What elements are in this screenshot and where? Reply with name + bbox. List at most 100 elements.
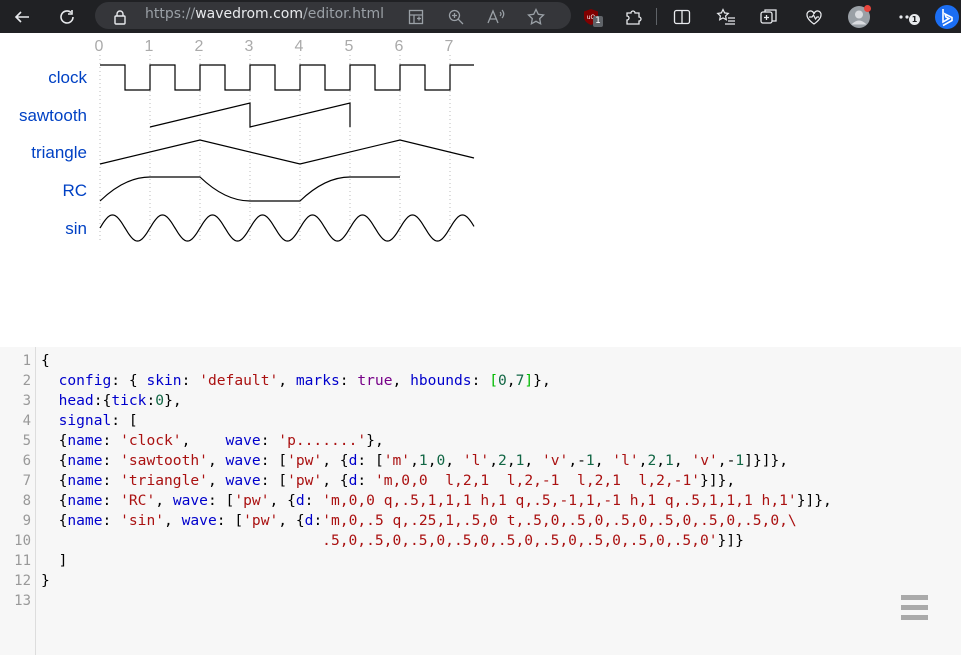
code-token: :: [304, 492, 323, 509]
code-token: : [: [357, 452, 384, 469]
code-token: :{: [93, 392, 112, 409]
tick-label: 2: [195, 38, 204, 55]
code-token: {: [41, 512, 68, 529]
code-token: 'clock': [120, 432, 182, 449]
code-token: {: [41, 452, 68, 469]
tick-label: 7: [445, 38, 454, 55]
code-token: name: [67, 432, 103, 449]
code-token: ,: [207, 452, 226, 469]
back-button[interactable]: [5, 0, 39, 33]
code-token: 'p.......': [278, 432, 367, 449]
code-token: ,: [164, 512, 182, 529]
tick-label: 4: [295, 38, 304, 55]
code-token: ,: [594, 452, 613, 469]
code-token: 1: [585, 452, 595, 469]
code-token: 0: [436, 452, 446, 469]
code-token: ,: [506, 452, 516, 469]
code-token: ,: [656, 452, 666, 469]
code-token: 'sawtooth': [120, 452, 208, 469]
line-number: 13: [14, 593, 31, 609]
browser-toolbar: https://wavedrom.com/editor.html uO 1 1: [0, 0, 961, 33]
code-line[interactable]: config: { skin: 'default', marks: true, …: [41, 372, 551, 389]
code-token: {: [41, 352, 50, 369]
code-token: : {: [111, 372, 147, 389]
favorite-star-icon[interactable]: [526, 0, 546, 33]
code-token: 0: [497, 372, 507, 389]
code-token: ,: [445, 452, 463, 469]
code-token: name: [67, 492, 103, 509]
code-token: ]: [524, 372, 534, 389]
code-token: }]},: [796, 492, 832, 509]
code-token: hbounds: [410, 372, 472, 389]
read-aloud-icon[interactable]: [486, 0, 506, 33]
code-token: 0: [155, 392, 165, 409]
code-token: ,: [207, 472, 226, 489]
code-token: {: [41, 492, 68, 509]
code-line[interactable]: {name: 'RC', wave: ['pw', {d: 'm,0,0 q,.…: [41, 492, 832, 509]
code-token: ,-: [717, 452, 736, 469]
code-line[interactable]: signal: [: [41, 412, 138, 429]
line-number: 9: [22, 513, 31, 529]
extension-badge: 1: [593, 16, 603, 27]
zoom-icon[interactable]: [446, 0, 466, 33]
lock-icon[interactable]: [111, 0, 129, 33]
signal-label-sin: sin: [65, 219, 87, 238]
code-editor[interactable]: 1 2 3 4 5 6 7 8 9 10 11 12 13 { config: { skin: 'def…: [0, 347, 961, 655]
url-path: /editor.html: [303, 6, 384, 22]
code-token: :: [102, 512, 121, 529]
url-scheme: https://: [145, 6, 196, 22]
split-screen-icon[interactable]: [671, 0, 693, 33]
code-line[interactable]: ]: [41, 552, 68, 569]
code-token: :: [146, 392, 156, 409]
code-token: ,: [524, 452, 542, 469]
code-line[interactable]: {: [41, 352, 50, 369]
line-number: 4: [22, 413, 31, 429]
line-number: 10: [14, 533, 31, 549]
settings-badge: 1: [909, 14, 920, 25]
code-token: ]}]},: [744, 452, 789, 469]
code-token: 'default': [199, 372, 279, 389]
code-token: {: [41, 432, 68, 449]
code-token: : [: [111, 412, 138, 429]
code-token: }]}: [717, 532, 744, 549]
code-token: config: [58, 372, 112, 389]
line-number: 5: [22, 433, 31, 449]
tick-label: 5: [345, 38, 354, 55]
code-token: :: [339, 372, 358, 389]
extensions-puzzle-icon[interactable]: [622, 0, 644, 33]
code-token: , {: [322, 472, 349, 489]
code-line[interactable]: .5,0,.5,0,.5,0,.5,0,.5,0,.5,0,.5,0,.5,0,…: [41, 532, 744, 549]
code-token: wave: [225, 432, 261, 449]
tick-label: 0: [95, 38, 104, 55]
code-token: :: [102, 432, 121, 449]
code-line[interactable]: head:{tick:0},: [41, 392, 182, 409]
tick-label: 1: [145, 38, 154, 55]
code-token: :: [260, 432, 279, 449]
app-available-icon[interactable]: [406, 0, 426, 33]
code-token: 2: [647, 452, 657, 469]
browser-essentials-icon[interactable]: [803, 0, 825, 33]
signal-label-sawtooth: sawtooth: [19, 106, 87, 125]
code-token: marks: [295, 372, 340, 389]
code-token: name: [67, 452, 103, 469]
code-line[interactable]: {name: 'triangle', wave: ['pw', {d: 'm,0…: [41, 472, 736, 489]
collections-icon[interactable]: [758, 0, 780, 33]
menu-hamburger-icon[interactable]: [901, 595, 928, 621]
waveform-svg: 0 1 2 3 4 5 6 7 clock sawtooth triangle RC sin: [19, 38, 475, 243]
favorites-list-icon[interactable]: [715, 0, 737, 33]
code-line[interactable]: {name: 'sin', wave: ['pw', {d:'m,0,.5 q,…: [41, 512, 797, 529]
code-token: ,: [673, 452, 692, 469]
code-token: ,: [392, 372, 411, 389]
url-text[interactable]: https://wavedrom.com/editor.html: [145, 6, 384, 22]
code-line[interactable]: {name: 'clock', wave: 'p.......'},: [41, 432, 384, 449]
bing-copilot-icon[interactable]: [933, 0, 961, 33]
code-token: : [: [260, 452, 288, 469]
code-token: [: [489, 372, 498, 389]
code-line[interactable]: }: [41, 572, 50, 589]
line-number: 8: [22, 493, 31, 509]
reload-button[interactable]: [50, 0, 84, 33]
code-token: 'pw': [243, 512, 279, 529]
line-number: 2: [22, 373, 31, 389]
code-token: wave: [172, 492, 208, 509]
code-line[interactable]: {name: 'sawtooth', wave: ['pw', {d: ['m'…: [41, 452, 789, 469]
